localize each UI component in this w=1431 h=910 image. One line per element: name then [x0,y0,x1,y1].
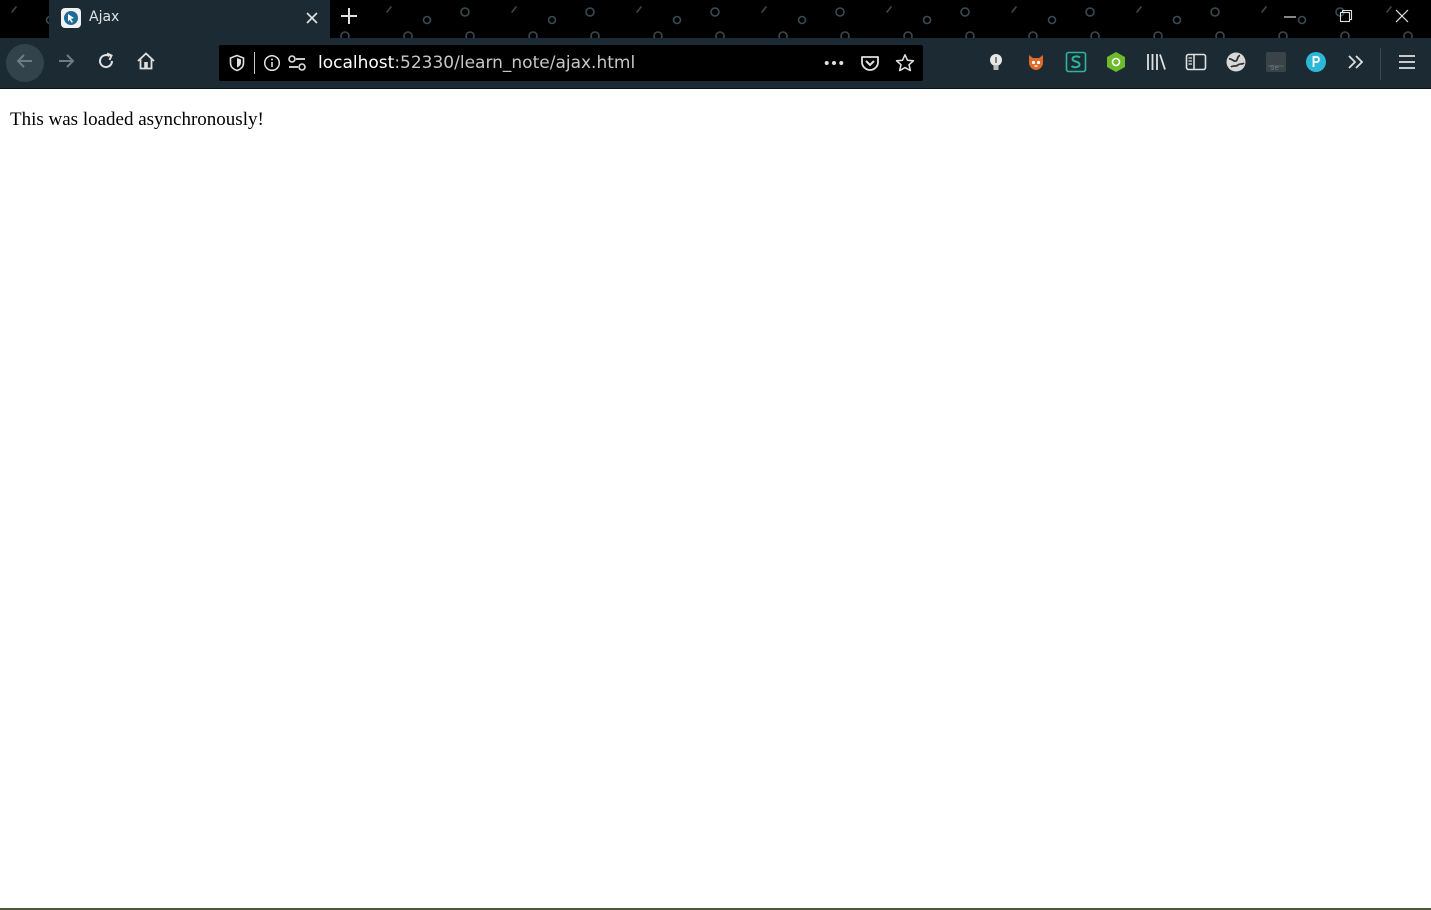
toolbar-divider [1380,48,1381,80]
extension-globe-icon [1225,51,1247,77]
extension-fox-button[interactable] [1023,51,1049,77]
home-button[interactable] [127,44,165,82]
extension-se-icon: Se [1265,51,1287,77]
tab-title: Ajax [89,9,120,25]
navigation-toolbar: localhost:52330/learn_note/ajax.html Se [0,38,1431,89]
page-viewport: This was loaded asynchronously! [0,89,1431,910]
reload-button[interactable] [87,44,125,82]
tab-strip: Ajax [0,0,1431,38]
extension-s-icon [1065,51,1087,77]
hamburger-menu-icon [1398,54,1416,74]
bookmark-star-icon[interactable] [895,53,915,73]
url-separator [254,52,255,74]
extension-bulb-button[interactable] [983,51,1009,77]
back-button[interactable] [6,44,44,82]
extension-fox-icon [1026,52,1046,76]
reload-icon [96,51,116,75]
pocket-icon[interactable] [860,53,880,73]
restore-button[interactable] [1318,0,1374,34]
home-icon [136,51,156,75]
minimize-icon [1283,8,1297,27]
close-icon [1395,8,1409,27]
library-icon [1145,52,1167,76]
page-favicon-icon [61,8,81,28]
svg-text:Se: Se [1270,64,1279,72]
tab-ajax[interactable]: Ajax [49,0,330,38]
extension-globe-button[interactable] [1223,51,1249,77]
extension-s-button[interactable] [1063,51,1089,77]
extension-p-icon [1305,51,1327,77]
restore-icon [1339,8,1353,27]
back-arrow-icon [16,52,34,74]
url-text[interactable]: localhost:52330/learn_note/ajax.html [318,53,635,73]
main-menu-button[interactable] [1394,51,1420,77]
forward-button[interactable] [47,44,85,82]
site-info-icon[interactable] [262,53,282,73]
extension-green-hex-icon [1106,51,1126,77]
url-host: localhost [318,53,395,73]
page-message: This was loaded asynchronously! [10,109,264,130]
tab-close-icon[interactable] [304,10,320,26]
extension-bulb-icon [987,52,1005,76]
more-actions-icon[interactable] [824,53,844,73]
overflow-menu-button[interactable] [1343,51,1369,77]
sidebar-icon [1185,53,1207,75]
url-bar[interactable]: localhost:52330/learn_note/ajax.html [219,45,923,81]
extension-se-button[interactable]: Se [1263,51,1289,77]
minimize-button[interactable] [1262,0,1318,34]
url-path: :52330/learn_note/ajax.html [394,53,636,73]
overflow-chevrons-icon [1346,53,1366,75]
new-tab-button[interactable] [334,4,364,32]
forward-arrow-icon [57,52,75,74]
extension-p-button[interactable] [1303,51,1329,77]
plus-icon [339,6,359,30]
sidebar-button[interactable] [1183,51,1209,77]
close-window-button[interactable] [1374,0,1430,34]
extension-green-hex-button[interactable] [1103,51,1129,77]
tracking-shield-icon[interactable] [227,53,247,73]
library-button[interactable] [1143,51,1169,77]
permissions-icon[interactable] [287,53,307,73]
